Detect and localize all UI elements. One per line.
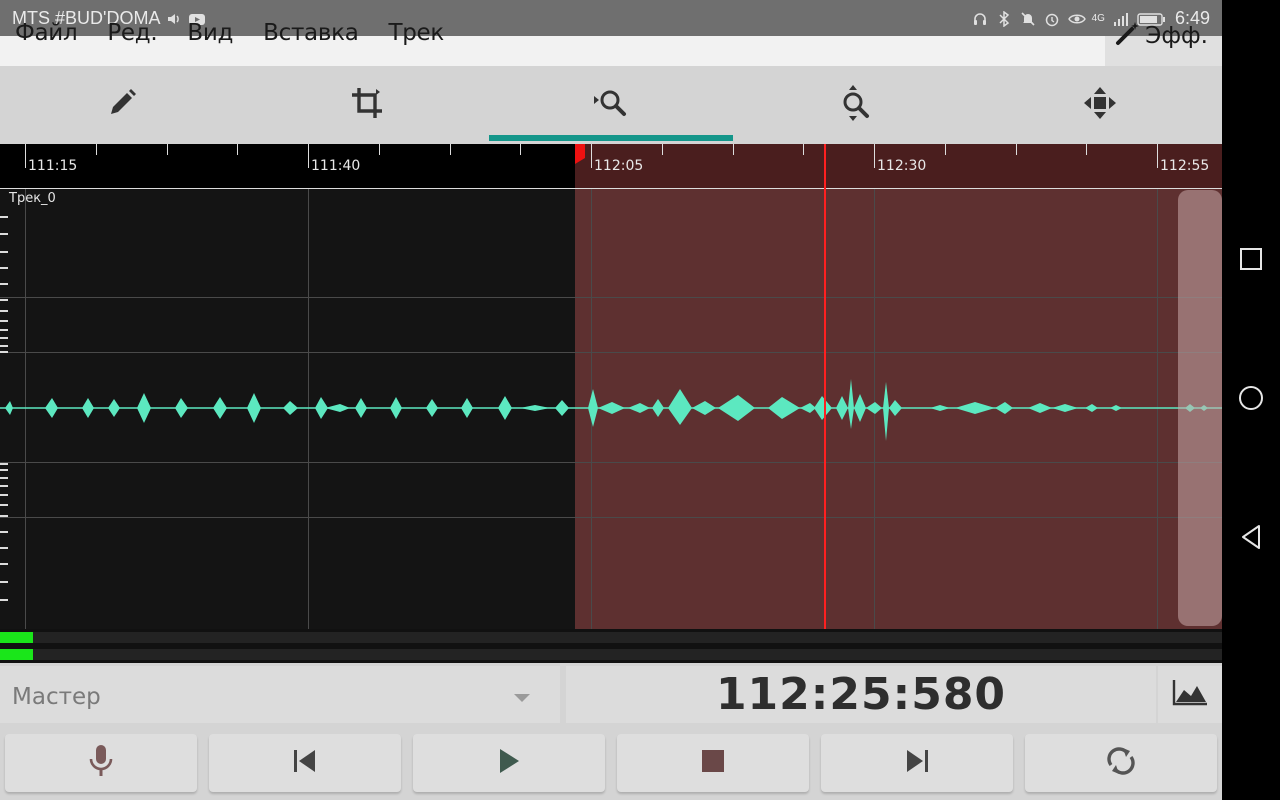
menu-file[interactable]: Файл [15,20,78,46]
timeline-minor-tick [662,144,663,155]
crop-icon [350,86,384,125]
tool-bar [0,66,1222,144]
stop-icon [701,749,725,778]
master-select-label: Мастер [12,684,101,710]
timeline-minor-tick [803,144,804,155]
loop-icon [1103,743,1139,784]
timeline-label: 112:30 [877,158,927,174]
timeline-major-tick [1157,144,1158,168]
level-meter-right [0,649,1222,660]
dropdown-caret-icon [514,694,530,702]
menu-insert[interactable]: Вставка [263,20,359,46]
stop-button[interactable] [617,734,809,792]
timeline-minor-tick [733,144,734,155]
move-icon [1082,85,1118,126]
transport-bar [0,734,1222,792]
time-display: 112:25:580 [566,666,1156,723]
level-meters [0,629,1222,663]
timeline-minor-tick [520,144,521,155]
tool-zoom-horizontal[interactable] [488,66,734,144]
skip-back-icon [291,747,319,780]
circle-icon [1237,384,1265,417]
skip-back-button[interactable] [209,734,401,792]
menu-view[interactable]: Вид [187,20,233,46]
waveform [0,379,1222,441]
vertical-scroll-handle[interactable] [1178,190,1222,626]
menu-edit[interactable]: Ред. [107,20,157,46]
timeline-minor-tick [96,144,97,155]
timeline-label: 111:40 [311,158,361,174]
back-button[interactable] [1236,524,1266,554]
pencil-icon [106,87,138,124]
tool-pencil[interactable] [0,66,244,144]
record-button[interactable] [5,734,197,792]
home-button[interactable] [1236,385,1266,415]
timeline-label: 112:55 [1160,158,1210,174]
skip-forward-icon [903,747,931,780]
playhead[interactable] [824,144,826,629]
menu-effects-label: Эфф. [1145,23,1208,49]
magic-wand-icon [1115,20,1141,52]
bottom-panel: Мастер 112:25:580 [0,663,1222,800]
tool-crop[interactable] [244,66,488,144]
timeline-label: 112:05 [594,158,644,174]
timeline-major-tick [25,144,26,168]
current-time: 112:25:580 [715,669,1007,720]
level-meter-fill [0,649,33,660]
play-icon [496,747,522,780]
timeline-label: 111:15 [28,158,78,174]
menu-items: Файл Ред. Вид Вставка Трек [15,20,474,46]
spectrum-button[interactable] [1158,666,1222,723]
tool-zoom-vertical[interactable] [733,66,977,144]
level-meter-fill [0,632,33,643]
microphone-icon [86,743,116,784]
timeline-major-tick [308,144,309,168]
tool-move[interactable] [978,66,1222,144]
loop-button[interactable] [1025,734,1217,792]
timeline-minor-tick [1086,144,1087,155]
menu-track[interactable]: Трек [388,20,444,46]
master-select[interactable]: Мастер [0,666,560,723]
timeline-major-tick [874,144,875,168]
timeline-minor-tick [945,144,946,155]
play-button[interactable] [413,734,605,792]
timeline-minor-tick [1016,144,1017,155]
timeline-minor-tick [237,144,238,155]
back-triangle-icon [1239,523,1263,556]
audio-editor-app: MTS #BUD'DOMA 4G 6:49 Файл Ред. Вид Вста… [0,0,1222,800]
track-area[interactable]: Трек_0 [0,189,1222,629]
recents-button[interactable] [1236,246,1266,276]
level-meter-left [0,632,1222,643]
square-icon [1239,247,1263,276]
timeline-minor-tick [450,144,451,155]
skip-forward-button[interactable] [821,734,1013,792]
timeline-major-tick [591,144,592,168]
timeline-minor-tick [167,144,168,155]
timeline-ruler[interactable]: 111:15 111:40 112:05 112:30 112:55 [0,144,1222,189]
zoom-vertical-icon [838,83,872,128]
menu-bar: Файл Ред. Вид Вставка Трек Эфф. [0,0,1222,66]
menu-effects[interactable]: Эфф. [1115,20,1208,52]
area-chart-icon [1172,678,1208,711]
zoom-horizontal-icon [591,87,631,124]
timeline-minor-tick [379,144,380,155]
system-navigation-bar [1222,0,1280,800]
